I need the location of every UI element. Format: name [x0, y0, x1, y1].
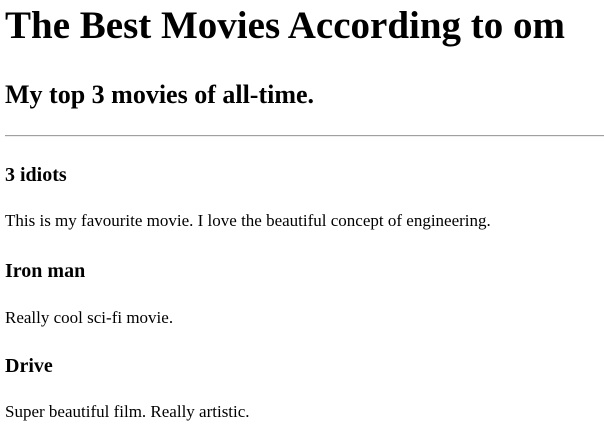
divider — [5, 135, 604, 137]
page-title: The Best Movies According to om — [5, 4, 566, 47]
movie-description-1: This is my favourite movie. I love the b… — [5, 211, 491, 230]
movie-title-3: Drive — [5, 355, 53, 377]
movie-description-2: Really cool sci-fi movie. — [5, 308, 174, 327]
movie-title-2: Iron man — [5, 260, 86, 282]
movie-title-1: 3 idiots — [5, 164, 67, 186]
movie-description-3: Super beautiful film. Really artistic. — [5, 402, 250, 421]
page-subtitle: My top 3 movies of all-time. — [5, 80, 315, 109]
